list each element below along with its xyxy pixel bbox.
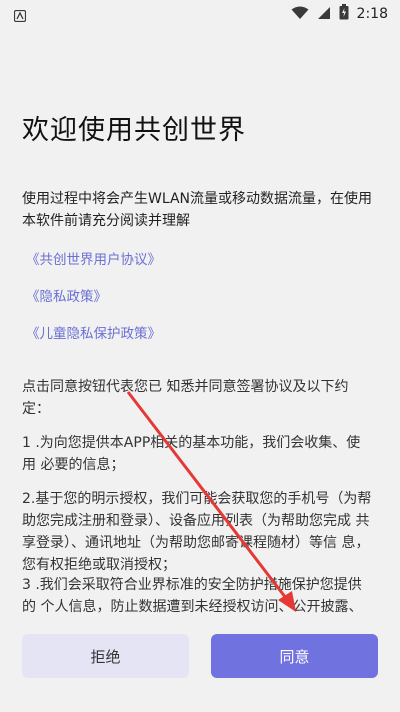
link-privacy-policy[interactable]: 《隐私政策》 bbox=[26, 285, 107, 305]
app-a-icon bbox=[13, 7, 27, 26]
term-item-2: 2.基于您的明示授权，我们可能会获取您的手机号（为帮 助您完成注册和登录）、设备… bbox=[22, 491, 372, 573]
intro-text: 使用过程中将会产生WLAN流量或移动数据流量，在使用本软件前请充分阅读并理解 bbox=[22, 191, 373, 229]
status-time: 2:18 bbox=[356, 6, 388, 22]
battery-icon bbox=[339, 4, 349, 24]
consent-dialog[interactable]: 欢迎使用共创世界 使用过程中将会产生WLAN流量或移动数据流量，在使用本软件前请… bbox=[22, 28, 378, 618]
term-item-1: 1 .为向您提供本APP相关的基本功能，我们会收集、使用 必要的信息； bbox=[22, 435, 361, 473]
wifi-icon bbox=[291, 5, 309, 24]
agree-statement: 点击同意按钮代表您已 知悉并同意签署协议及以下约定： bbox=[22, 379, 349, 417]
dialog-title: 欢迎使用共创世界 bbox=[22, 115, 246, 146]
link-child-privacy-policy[interactable]: 《儿童隐私保护政策》 bbox=[26, 322, 161, 342]
agree-button[interactable]: 同意 bbox=[211, 634, 378, 678]
status-bar: 2:18 bbox=[0, 0, 400, 28]
reject-button[interactable]: 拒绝 bbox=[22, 634, 189, 678]
term-item-3: 3 .我们会采取符合业界标准的安全防护措施保护您提供的 个人信息，防止数据遭到未… bbox=[22, 577, 363, 615]
cellular-signal-icon bbox=[317, 5, 331, 24]
link-user-agreement[interactable]: 《共创世界用户协议》 bbox=[26, 248, 161, 268]
footer: 拒绝 同意 bbox=[0, 618, 400, 712]
